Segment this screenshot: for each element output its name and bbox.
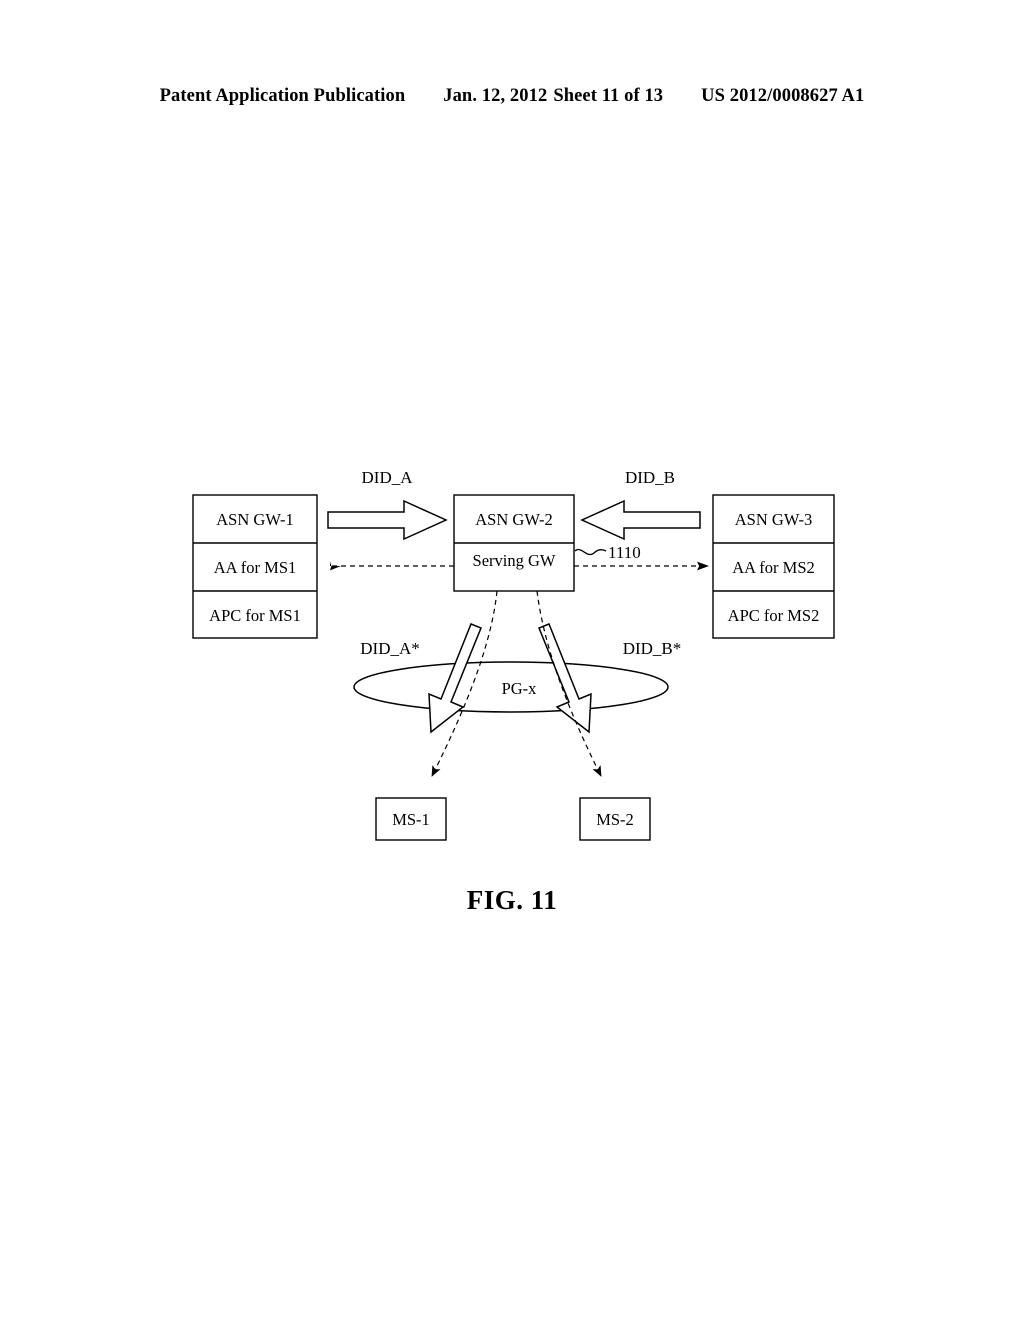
did-b-star-block-arrow [538,623,592,734]
asn-gw-1-row-label-2: APC for MS1 [209,606,301,625]
serving-gw-to-ms-1-dashed-curve [431,590,498,777]
asn-gw-3-row-label-2: APC for MS2 [728,606,820,625]
did-a-block-arrow [327,499,448,541]
reference-leader-line [574,548,607,556]
did-b-label: DID_B [625,468,675,487]
asn-gw-2-row-label-0: ASN GW-2 [475,510,552,529]
serving-gw-row-label-1: Serving GW [473,551,556,570]
asn-gw-3-row-label-0: ASN GW-3 [735,510,812,529]
asn-gw-1-row-label-1: AA for MS1 [214,558,297,577]
ms-2-label: MS-2 [596,810,634,829]
did-a-star-block-arrow [428,623,482,734]
ms-2-node: MS-2 [579,797,651,841]
asn-gw-1-node: ASN GW-1 AA for MS1 APC for MS1 [192,494,318,639]
asn-gw-1-row-label-0: ASN GW-1 [216,510,293,529]
asn-gw-3-node: ASN GW-3 AA for MS2 APC for MS2 [712,494,835,639]
asn-gw-2-node: ASN GW-2 Serving GW [453,494,575,592]
did-b-block-arrow [580,499,701,541]
figure-diagram: ASN GW-1 AA for MS1 APC for MS1 ASN GW-2… [192,468,835,841]
paging-group-label: PG-x [502,679,538,698]
patent-figure-page: Patent Application Publication Jan. 12, … [0,0,1024,1320]
ms-1-label: MS-1 [392,810,430,829]
did-b-star-label: DID_B* [623,639,682,658]
figure-caption: FIG. 11 [466,885,558,915]
asn-gw-3-row-label-1: AA for MS2 [732,558,815,577]
ms-1-node: MS-1 [375,797,447,841]
reference-numeral-1110: 1110 [608,543,641,562]
did-a-star-label: DID_A* [360,639,420,658]
did-a-label: DID_A [362,468,414,487]
